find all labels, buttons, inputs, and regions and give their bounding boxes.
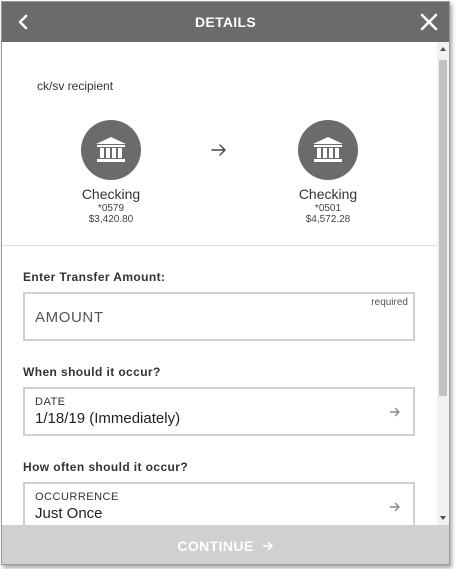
from-account: Checking *0579 $3,420.80	[51, 120, 171, 225]
date-selector[interactable]: DATE 1/18/19 (Immediately)	[23, 387, 415, 436]
amount-placeholder: AMOUNT	[35, 309, 104, 326]
arrow-right-icon	[211, 144, 226, 156]
details-dialog: DETAILS ck/sv recipient Checking *0579 $…	[1, 1, 450, 565]
date-field-label: DATE	[35, 396, 66, 408]
dialog-title: DETAILS	[195, 14, 256, 30]
scrollbar[interactable]	[437, 42, 449, 525]
dialog-header: DETAILS	[2, 2, 449, 42]
to-account: Checking *0501 $4,572.28	[268, 120, 388, 225]
arrow-right-icon	[262, 541, 273, 550]
amount-section-label: Enter Transfer Amount:	[23, 270, 166, 284]
bank-icon	[298, 120, 358, 180]
arrow-right-icon	[389, 407, 400, 417]
close-button[interactable]	[417, 10, 441, 34]
close-icon	[420, 13, 438, 31]
scrollbar-thumb[interactable]	[439, 60, 447, 396]
from-account-number: *0579	[97, 203, 125, 214]
continue-button[interactable]: CONTINUE	[2, 525, 449, 564]
to-account-number: *0501	[314, 203, 342, 214]
amount-input[interactable]: required AMOUNT	[23, 292, 415, 341]
scroll-down-arrow[interactable]	[440, 516, 446, 520]
date-section-label: When should it occur?	[23, 365, 161, 379]
occurrence-value: Just Once	[35, 505, 103, 522]
to-account-balance: $4,572.28	[305, 214, 351, 225]
occurrence-field-label: OCCURRENCE	[35, 491, 119, 503]
section-divider	[2, 245, 437, 246]
dialog-content: ck/sv recipient Checking *0579 $3,420.80	[2, 42, 437, 525]
from-account-balance: $3,420.80	[88, 214, 134, 225]
recipient-name: ck/sv recipient	[37, 79, 114, 93]
to-account-type: Checking	[298, 186, 358, 202]
scroll-up-arrow[interactable]	[440, 47, 446, 51]
occurrence-section-label: How often should it occur?	[23, 460, 189, 474]
continue-label: CONTINUE	[177, 537, 254, 554]
date-value: 1/18/19 (Immediately)	[35, 410, 181, 427]
arrow-right-icon	[389, 502, 400, 512]
bank-icon	[81, 120, 141, 180]
required-hint: required	[371, 297, 408, 308]
occurrence-selector[interactable]: OCCURRENCE Just Once	[23, 482, 415, 525]
from-account-type: Checking	[81, 186, 141, 202]
